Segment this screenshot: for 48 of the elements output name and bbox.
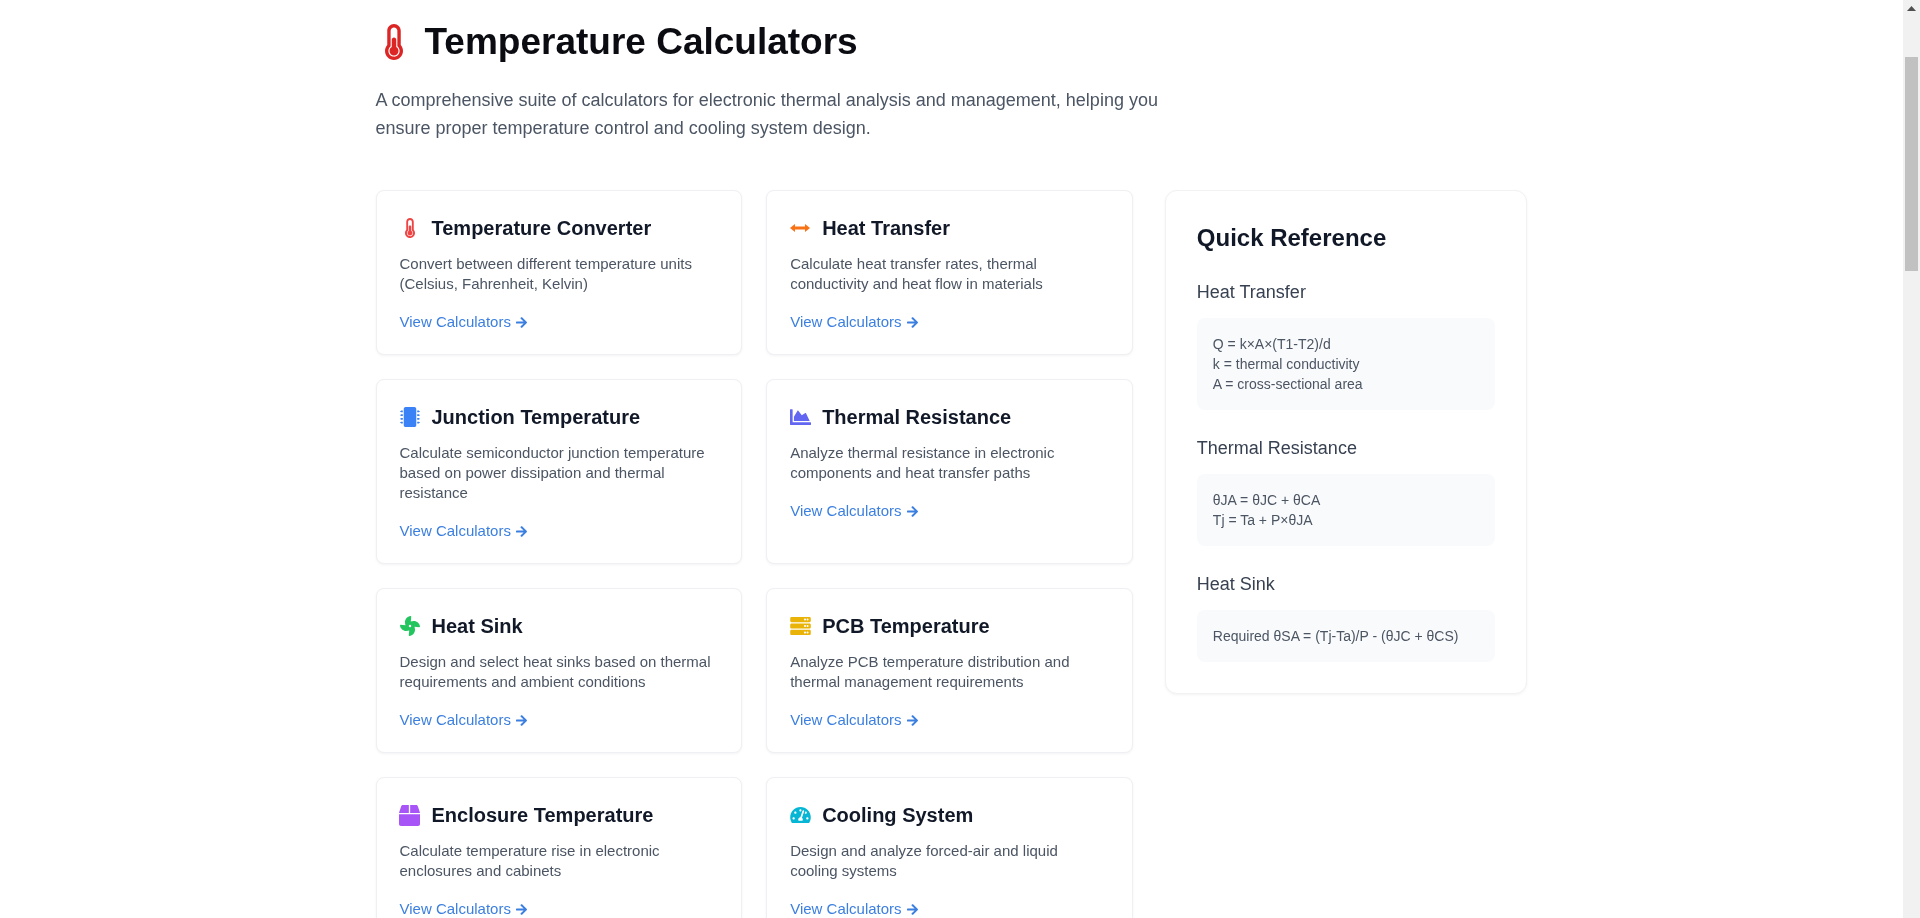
view-calculators-link[interactable]: View Calculators: [790, 900, 918, 918]
thermometer-icon: [384, 24, 403, 60]
card-description: Calculate semiconductor junction temperature based on power dissipation and thermal resistance: [399, 443, 706, 503]
scroll-up-arrow-icon[interactable]: [1907, 6, 1916, 11]
formula-line: A = cross-sectional area: [1212, 375, 1364, 394]
card-description: Analyze PCB temperature distribution and thermal management requirements: [790, 652, 1071, 692]
arrow-right-icon: [515, 714, 527, 726]
arrow-right-icon: [515, 316, 527, 328]
card-description: Analyze thermal resistance in electronic components and heat transfer paths: [790, 443, 1056, 483]
scrollbar[interactable]: [1903, 0, 1920, 918]
page-title: Temperature Calculators: [424, 20, 858, 64]
view-calculators-link[interactable]: View Calculators: [790, 313, 918, 331]
view-calculators-link[interactable]: View Calculators: [790, 502, 918, 520]
formula-line: Q = k×A×(T1-T2)/d: [1212, 335, 1332, 354]
view-calculators-link[interactable]: View Calculators: [790, 711, 918, 729]
formula-line: θJA = θJC + θCA: [1212, 491, 1322, 510]
card-description: Calculate temperature rise in electronic enclosures and cabinets: [399, 841, 661, 881]
arrow-right-icon: [515, 525, 527, 537]
card-title: Heat Transfer: [822, 216, 950, 241]
card-title: Temperature Converter: [431, 216, 652, 241]
card-description: Design and select heat sinks based on thermal requirements and ambient conditions: [399, 652, 712, 692]
page-description: A comprehensive suite of calculators for electronic thermal analysis and management, helping you ensure proper temperature control and cooling system design.: [375, 89, 1159, 140]
card-title: Heat Sink: [431, 614, 523, 639]
arrow-right-icon: [906, 714, 918, 726]
section-heading: Heat Sink: [1196, 573, 1276, 596]
view-calculators-link[interactable]: View Calculators: [399, 711, 527, 729]
card-description: Calculate heat transfer rates, thermal conductivity and heat flow in materials: [790, 254, 1044, 294]
formula-line: Tj = Ta + P×θJA: [1212, 511, 1314, 530]
arrow-right-icon: [906, 316, 918, 328]
card-description: Design and analyze forced-air and liquid cooling systems: [790, 841, 1059, 881]
arrow-right-icon: [906, 903, 918, 915]
section-heading: Heat Transfer: [1196, 281, 1307, 304]
card-title: PCB Temperature: [822, 614, 990, 639]
view-calculators-link[interactable]: View Calculators: [399, 900, 527, 918]
card-title: Enclosure Temperature: [431, 803, 654, 828]
view-calculators-link[interactable]: View Calculators: [399, 522, 527, 540]
card-title: Thermal Resistance: [822, 405, 1012, 430]
formula-line: k = thermal conductivity: [1212, 355, 1361, 374]
card-title: Junction Temperature: [431, 405, 641, 430]
formula-line: Required θSA = (Tj-Ta)/P - (θJC + θCS): [1212, 627, 1460, 646]
panel-title: Quick Reference: [1196, 223, 1388, 253]
view-calculators-link[interactable]: View Calculators: [399, 313, 527, 331]
arrow-right-icon: [515, 903, 527, 915]
scrollbar-thumb[interactable]: [1905, 57, 1918, 271]
section-heading: Thermal Resistance: [1196, 437, 1358, 460]
card-title: Cooling System: [822, 803, 974, 828]
arrow-right-icon: [906, 505, 918, 517]
card-description: Convert between different temperature units (Celsius, Fahrenheit, Kelvin): [399, 254, 693, 294]
